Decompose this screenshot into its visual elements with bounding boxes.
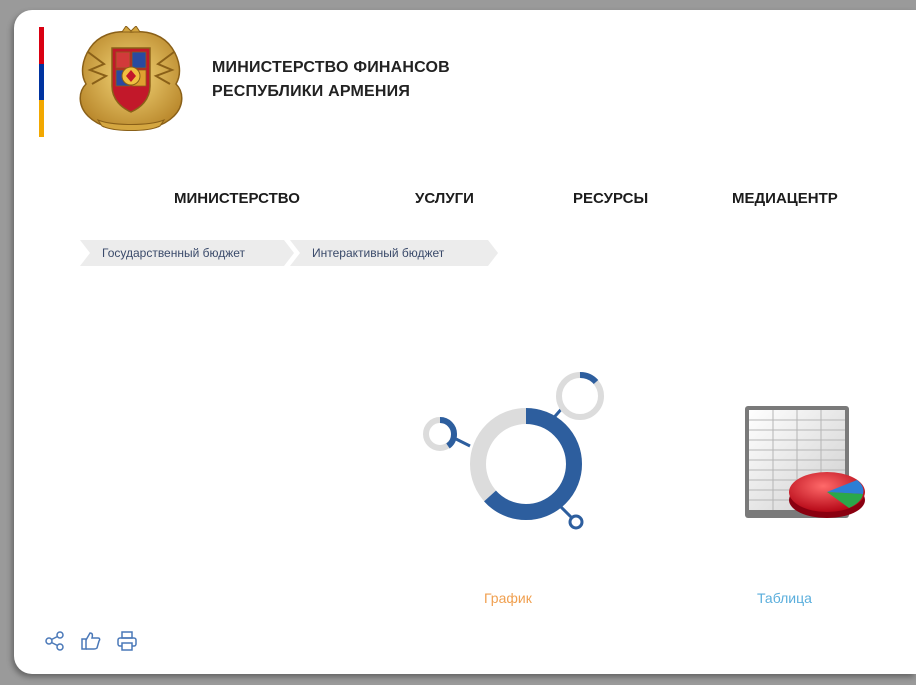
main-nav: МИНИСТЕРСТВО УСЛУГИ РЕСУРСЫ МЕДИАЦЕНТР bbox=[14, 190, 916, 214]
page-frame: МИНИСТЕРСТВО ФИНАНСОВ РЕСПУБЛИКИ АРМЕНИЯ… bbox=[14, 10, 916, 674]
armenian-flag-stripe bbox=[39, 27, 44, 137]
like-icon[interactable] bbox=[80, 630, 102, 652]
ministry-title-line2: РЕСПУБЛИКИ АРМЕНИЯ bbox=[212, 83, 411, 100]
nav-item-mediacenter[interactable]: МЕДИАЦЕНТР bbox=[732, 190, 838, 207]
nav-item-services[interactable]: УСЛУГИ bbox=[415, 190, 474, 207]
breadcrumb-item-interactive-budget[interactable]: Интерактивный бюджет bbox=[290, 240, 500, 266]
table-link[interactable]: Таблица bbox=[757, 590, 812, 606]
spreadsheet-pie-icon[interactable] bbox=[739, 402, 869, 526]
ministry-title-line1: МИНИСТЕРСТВО ФИНАНСОВ bbox=[212, 59, 450, 76]
nav-item-ministry[interactable]: МИНИСТЕРСТВО bbox=[174, 190, 300, 207]
graph-link[interactable]: График bbox=[484, 590, 532, 606]
coat-of-arms-emblem[interactable] bbox=[68, 26, 194, 136]
share-icon[interactable] bbox=[44, 630, 66, 652]
breadcrumb-item-state-budget[interactable]: Государственный бюджет bbox=[80, 240, 290, 266]
nav-item-resources[interactable]: РЕСУРСЫ bbox=[573, 190, 648, 207]
ministry-title: МИНИСТЕРСТВО ФИНАНСОВ РЕСПУБЛИКИ АРМЕНИЯ bbox=[212, 56, 450, 104]
print-icon[interactable] bbox=[116, 630, 138, 652]
donut-chart-icon[interactable] bbox=[418, 366, 604, 536]
